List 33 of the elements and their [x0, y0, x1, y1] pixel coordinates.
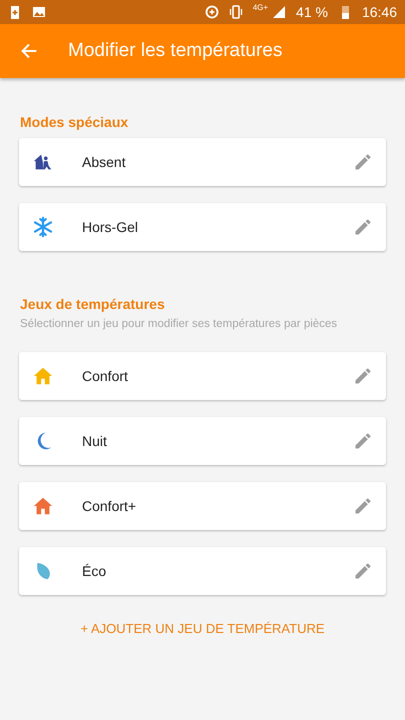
- mode-label: Éco: [82, 563, 108, 579]
- image-icon: [32, 5, 46, 19]
- battery-level: 41 %: [296, 4, 328, 20]
- mode-card[interactable]: Nuit: [19, 417, 386, 465]
- pencil-icon[interactable]: [353, 152, 373, 172]
- pencil-icon[interactable]: [353, 217, 373, 237]
- mode-label: Hors-Gel: [82, 219, 140, 235]
- battery-charging-icon: [8, 5, 22, 19]
- section-subtitle: Sélectionner un jeu pour modifier ses températures par pièces: [20, 318, 338, 330]
- screen-title: Modifier les températures: [68, 40, 282, 62]
- network-type: 4G+: [252, 3, 268, 12]
- pencil-icon[interactable]: [353, 366, 373, 386]
- data-saver-icon: [204, 5, 219, 19]
- house-icon: [32, 495, 54, 517]
- pencil-icon[interactable]: [353, 431, 373, 451]
- mode-label: Confort: [82, 368, 129, 384]
- house-icon: [32, 365, 54, 387]
- mode-card[interactable]: Absent: [19, 138, 386, 186]
- vibrate-icon: [228, 5, 243, 19]
- snowflake-icon: [32, 216, 54, 238]
- section-title: Modes spéciaux: [20, 114, 130, 130]
- mode-label: Nuit: [82, 433, 108, 449]
- pencil-icon[interactable]: [353, 496, 373, 516]
- pencil-icon[interactable]: [353, 561, 373, 581]
- mode-card[interactable]: Confort: [19, 352, 386, 400]
- section-title: Jeux de températures: [20, 296, 166, 312]
- mode-card[interactable]: Confort+: [19, 482, 386, 530]
- mode-card[interactable]: Hors-Gel: [19, 203, 386, 251]
- mode-label: Confort+: [82, 498, 138, 514]
- clock-time: 16:46: [362, 4, 397, 20]
- mode-label: Absent: [82, 154, 127, 170]
- signal-icon: [272, 5, 286, 19]
- mode-card[interactable]: Éco: [19, 547, 386, 595]
